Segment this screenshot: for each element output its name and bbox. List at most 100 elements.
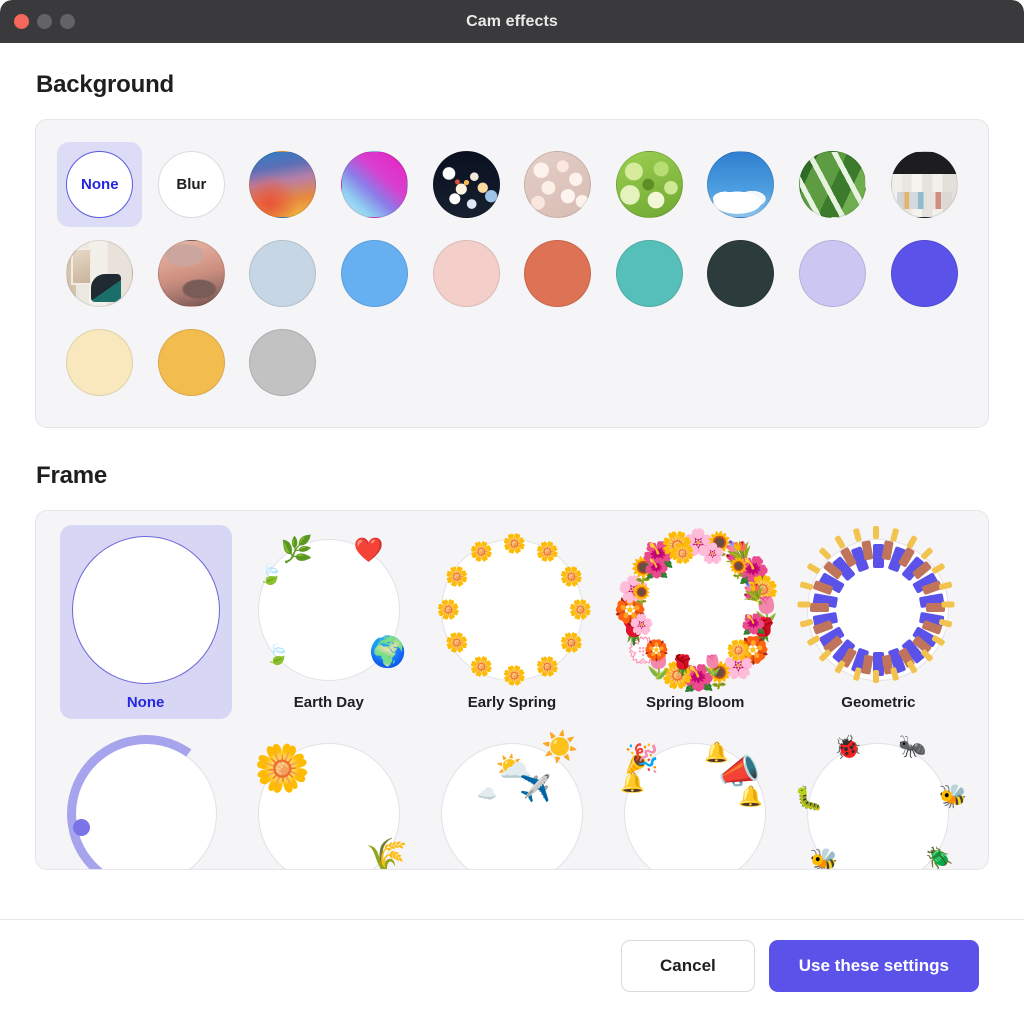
background-swatch-thumbnail bbox=[157, 329, 225, 396]
close-button-icon[interactable] bbox=[14, 14, 29, 29]
frame-decor-icon: 🌿 bbox=[280, 534, 314, 565]
window-title: Cam effects bbox=[466, 12, 558, 30]
frame-preview: 🐛🐞🐜🐝🪲🪰🐝 bbox=[795, 735, 967, 870]
use-these-settings-button[interactable]: Use these settings bbox=[768, 939, 979, 992]
background-panel: None Blur bbox=[35, 119, 989, 428]
minimize-button-icon[interactable] bbox=[37, 14, 52, 29]
background-option-7[interactable] bbox=[698, 142, 783, 227]
frame-option-7[interactable]: ☀️ ⛅ ✈️ ☁️ bbox=[426, 729, 598, 869]
frame-section-title: Frame bbox=[36, 462, 108, 489]
frame-decor-icon: 🌼 bbox=[535, 656, 560, 678]
background-option-16[interactable] bbox=[607, 231, 692, 316]
cancel-button[interactable]: Cancel bbox=[621, 939, 755, 992]
cam-effects-window: Cam effects Background None Blur Frame No… bbox=[0, 0, 1024, 1011]
maximize-button-icon[interactable] bbox=[60, 14, 75, 29]
frame-decor-icon: 🔔 bbox=[620, 772, 646, 794]
frame-decor-icon: 🌺 bbox=[741, 614, 767, 636]
frame-decor-icon: 🏵️ bbox=[644, 640, 670, 662]
frame-option-8[interactable]: 🎉 📣 🔔 🔔 🔔 bbox=[609, 729, 781, 869]
background-option-4[interactable] bbox=[424, 142, 509, 227]
frame-decor-icon: 🌼 bbox=[670, 542, 696, 565]
frame-decor-icon: 🌼 bbox=[502, 533, 527, 555]
background-swatch-thumbnail bbox=[432, 151, 500, 218]
frame-decor-icon: 🌼 bbox=[535, 542, 560, 564]
frame-option-label: Geometric bbox=[841, 694, 916, 711]
frame-decor-icon: 🐝 bbox=[809, 847, 839, 870]
background-option-10[interactable] bbox=[57, 231, 142, 316]
frame-decor-icon: ☁️ bbox=[476, 786, 497, 803]
background-option-22[interactable] bbox=[240, 320, 325, 405]
background-swatch-thumbnail bbox=[524, 151, 592, 218]
background-option-18[interactable] bbox=[790, 231, 875, 316]
background-option-6[interactable] bbox=[607, 142, 692, 227]
arc-decor bbox=[54, 722, 238, 869]
background-swatch-thumbnail bbox=[66, 240, 134, 307]
frame-decor-icon: 🌼 bbox=[502, 665, 527, 687]
dialog-footer: Cancel Use these settings bbox=[0, 919, 1024, 1011]
background-option-8[interactable] bbox=[790, 142, 875, 227]
frame-option-early-spring[interactable]: 🌼 🌼 🌼 🌼 🌼 🌼 🌼 🌼 🌼 🌼 🌼 🌼 Early Spring bbox=[426, 525, 598, 719]
frame-decor-icon: ✈️ bbox=[518, 773, 552, 803]
background-section-title: Background bbox=[36, 71, 175, 98]
background-option-14[interactable] bbox=[424, 231, 509, 316]
frame-decor-icon: 🌼 bbox=[445, 632, 469, 654]
background-swatch-thumbnail bbox=[615, 151, 683, 218]
background-option-none[interactable]: None bbox=[57, 142, 143, 227]
frame-preview: 🌼 🌾 bbox=[253, 739, 408, 869]
frame-option-label: Spring Bloom bbox=[646, 694, 745, 711]
frame-decor-icon: 🌸 bbox=[629, 614, 655, 636]
frame-option-spring-bloom[interactable]: 🌸 🌻 💐 🌺 🌼 🌷 🌹 🏵️ 🌸 🌻 🌺 🌼 🌷 💮 🌹 🏵️ 🌸 🌻 🌺 🌼 🌸 🌻 💐 🌺 🌼 🌷 🌹 🏵️ 🌸 🌻 🌺 🌼 Sprin… bbox=[609, 525, 782, 719]
frame-decor-icon: ☀️ bbox=[540, 731, 579, 764]
background-option-9[interactable] bbox=[882, 142, 967, 227]
frame-decor-icon: 🌼 bbox=[559, 566, 584, 588]
background-swatch-thumbnail bbox=[432, 240, 500, 307]
frame-option-5[interactable] bbox=[54, 722, 238, 869]
dialog-content: Background None Blur Frame None 🌿 🍃 ❤️ 🌍 🍃 Eart… bbox=[0, 43, 1024, 919]
background-swatch-thumbnail bbox=[249, 151, 317, 218]
frame-decor-icon: 🌻 bbox=[726, 557, 752, 580]
background-swatch-thumbnail bbox=[66, 329, 134, 396]
background-swatch-label: Blur bbox=[157, 151, 225, 218]
background-option-20[interactable] bbox=[57, 320, 142, 405]
frame-option-9[interactable]: 🐛🐞🐜🐝🪲🪰🐝 bbox=[792, 729, 967, 870]
background-option-blur[interactable]: Blur bbox=[149, 142, 234, 227]
frame-option-label: Early Spring bbox=[467, 694, 557, 711]
background-option-19[interactable] bbox=[882, 231, 967, 316]
background-option-12[interactable] bbox=[240, 231, 325, 316]
frame-option-label: None bbox=[126, 694, 165, 711]
frame-option-none[interactable]: None bbox=[59, 525, 232, 719]
frame-option-label: Earth Day bbox=[293, 694, 364, 711]
background-swatch-thumbnail bbox=[890, 151, 958, 218]
background-swatch-thumbnail bbox=[249, 240, 317, 307]
frame-decor-icon: 🍃 bbox=[265, 643, 291, 666]
frame-grid: None 🌿 🍃 ❤️ 🌍 🍃 Earth Day 🌼 🌼 🌼 🌼 🌼 🌼 🌼 🌼 🌼 🌼 🌼 🌼 Early Spr… bbox=[54, 525, 970, 870]
frame-preview: 🎉 📣 🔔 🔔 🔔 bbox=[620, 739, 770, 869]
frame-preview bbox=[54, 722, 238, 869]
frame-preview-circle bbox=[71, 536, 220, 684]
frame-panel[interactable]: None 🌿 🍃 ❤️ 🌍 🍃 Earth Day 🌼 🌼 🌼 🌼 🌼 🌼 🌼 🌼 🌼 🌼 🌼 🌼 Early Spr… bbox=[35, 510, 989, 870]
frame-option-6[interactable]: 🌼 🌾 bbox=[243, 729, 415, 869]
frame-decor-icon: 🐛 bbox=[794, 785, 824, 812]
background-swatch-thumbnail bbox=[707, 151, 775, 218]
frame-decor-icon: 🌷 bbox=[700, 655, 726, 678]
background-option-21[interactable] bbox=[149, 320, 234, 405]
frame-preview: ☀️ ⛅ ✈️ ☁️ bbox=[437, 733, 587, 869]
background-option-3[interactable] bbox=[332, 142, 417, 227]
background-option-15[interactable] bbox=[515, 231, 600, 316]
frame-option-earth-day[interactable]: 🌿 🍃 ❤️ 🌍 🍃 Earth Day bbox=[243, 525, 415, 719]
background-option-2[interactable] bbox=[240, 142, 325, 227]
frame-decor-icon: 🌼 bbox=[253, 742, 312, 794]
background-swatch-thumbnail bbox=[615, 240, 683, 307]
frame-decor-icon: 🌼 bbox=[726, 640, 752, 662]
frame-decor-icon: 🌼 bbox=[469, 542, 494, 564]
background-option-13[interactable] bbox=[332, 231, 417, 316]
frame-option-geometric[interactable]: Geometric bbox=[792, 525, 964, 719]
geometric-pattern bbox=[797, 526, 955, 685]
frame-decor-icon: 🌼 bbox=[445, 566, 469, 588]
frame-preview: 🌼 🌼 🌼 🌼 🌼 🌼 🌼 🌼 🌼 🌼 🌼 🌼 bbox=[436, 533, 592, 687]
background-option-5[interactable] bbox=[515, 142, 600, 227]
frame-decor-icon: 🌹 bbox=[670, 655, 696, 678]
background-swatch-thumbnail bbox=[707, 240, 775, 307]
background-option-17[interactable] bbox=[698, 231, 783, 316]
background-option-11[interactable] bbox=[149, 231, 234, 316]
